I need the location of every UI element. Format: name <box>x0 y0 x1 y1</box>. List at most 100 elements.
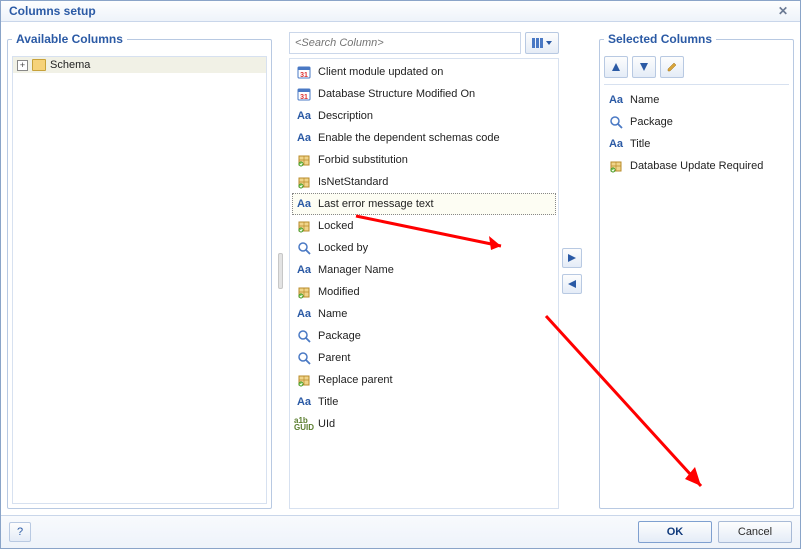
list-item-label: Last error message text <box>318 198 434 210</box>
selected-columns-list[interactable]: Aa Name Package Aa Title Database Update Requ… <box>604 84 789 177</box>
selected-columns-title: Selected Columns <box>604 32 716 46</box>
magnifier-icon <box>296 240 312 256</box>
splitter-right[interactable] <box>565 32 593 509</box>
cancel-button[interactable]: Cancel <box>718 521 792 543</box>
list-item[interactable]: Aa Name <box>604 89 789 111</box>
list-item-label: Locked by <box>318 242 368 254</box>
list-item-label: IsNetStandard <box>318 176 388 188</box>
move-up-button[interactable] <box>604 56 628 78</box>
help-button[interactable]: ? <box>9 522 31 542</box>
available-columns-panel: Available Columns + Schema <box>7 32 272 509</box>
selected-columns-panel: Selected Columns Aa Name Package Aa Title Dat… <box>599 32 794 509</box>
available-columns-list[interactable]: 31 Client module updated on 31 Database Str… <box>289 58 559 509</box>
list-item[interactable]: Forbid substitution <box>292 149 556 171</box>
list-item-label: Package <box>630 116 673 128</box>
text-icon: Aa <box>296 394 312 410</box>
package-icon <box>296 174 312 190</box>
columns-setup-dialog: Columns setup ✕ Available Columns + Sche… <box>0 0 801 549</box>
text-icon: Aa <box>296 306 312 322</box>
text-icon: Aa <box>608 136 624 152</box>
list-item[interactable]: Replace parent <box>292 369 556 391</box>
list-item[interactable]: Aa Description <box>292 105 556 127</box>
tree-root-label: Schema <box>50 59 90 71</box>
pencil-icon <box>667 62 677 72</box>
text-icon: Aa <box>296 108 312 124</box>
calendar-icon: 31 <box>296 86 312 102</box>
list-item[interactable]: Parent <box>292 347 556 369</box>
list-item[interactable]: Database Update Required <box>604 155 789 177</box>
list-item-label: UId <box>318 418 335 430</box>
titlebar: Columns setup ✕ <box>1 1 800 22</box>
list-item-label: Manager Name <box>318 264 394 276</box>
columns-picker-panel: 31 Client module updated on 31 Database Str… <box>289 32 559 509</box>
columns-icon <box>532 38 544 48</box>
list-item[interactable]: IsNetStandard <box>292 171 556 193</box>
package-icon <box>296 218 312 234</box>
dialog-body: Available Columns + Schema 31 Client modu… <box>1 22 800 515</box>
magnifier-icon <box>608 114 624 130</box>
list-item[interactable]: Modified <box>292 281 556 303</box>
expand-icon[interactable]: + <box>17 60 28 71</box>
tree-root-row[interactable]: + Schema <box>13 57 266 73</box>
list-item-label: Title <box>318 396 338 408</box>
list-item[interactable]: Aa Name <box>292 303 556 325</box>
search-input[interactable] <box>289 32 521 54</box>
list-item-label: Enable the dependent schemas code <box>318 132 500 144</box>
ok-button[interactable]: OK <box>638 521 712 543</box>
package-icon <box>296 284 312 300</box>
edit-button[interactable] <box>660 56 684 78</box>
list-item-label: Name <box>318 308 347 320</box>
schema-tree[interactable]: + Schema <box>12 56 267 504</box>
list-item[interactable]: a1bGUID UId <box>292 413 556 435</box>
list-item[interactable]: Package <box>292 325 556 347</box>
selected-toolbar <box>604 56 789 84</box>
list-item[interactable]: Locked by <box>292 237 556 259</box>
list-item-label: Forbid substitution <box>318 154 408 166</box>
list-item[interactable]: Aa Manager Name <box>292 259 556 281</box>
list-item[interactable]: Aa Title <box>292 391 556 413</box>
text-icon: Aa <box>608 92 624 108</box>
list-item[interactable]: Package <box>604 111 789 133</box>
package-icon <box>296 152 312 168</box>
package-icon <box>608 158 624 174</box>
list-item[interactable]: Aa Last error message text <box>292 193 556 215</box>
list-item[interactable]: Aa Enable the dependent schemas code <box>292 127 556 149</box>
list-item-label: Locked <box>318 220 353 232</box>
arrow-up-icon <box>612 63 620 71</box>
list-item[interactable]: 31 Database Structure Modified On <box>292 83 556 105</box>
list-item-label: Package <box>318 330 361 342</box>
list-item-label: Description <box>318 110 373 122</box>
list-item-label: Client module updated on <box>318 66 443 78</box>
list-item[interactable]: Locked <box>292 215 556 237</box>
available-columns-title: Available Columns <box>12 32 127 46</box>
text-icon: Aa <box>296 262 312 278</box>
package-icon <box>296 372 312 388</box>
list-item-label: Modified <box>318 286 360 298</box>
list-item-label: Name <box>630 94 659 106</box>
view-options-button[interactable] <box>525 32 559 54</box>
move-down-button[interactable] <box>632 56 656 78</box>
picker-toolbar <box>289 32 559 54</box>
splitter-left[interactable] <box>278 32 283 509</box>
chevron-down-icon <box>546 41 552 45</box>
window-title: Columns setup <box>9 4 96 18</box>
list-item[interactable]: 31 Client module updated on <box>292 61 556 83</box>
magnifier-icon <box>296 328 312 344</box>
svg-text:31: 31 <box>300 72 308 79</box>
arrow-down-icon <box>640 63 648 71</box>
list-item-label: Title <box>630 138 650 150</box>
help-icon: ? <box>17 526 23 538</box>
list-item-label: Database Structure Modified On <box>318 88 475 100</box>
folder-icon <box>32 59 46 71</box>
text-icon: Aa <box>296 196 312 212</box>
calendar-icon: 31 <box>296 64 312 80</box>
dialog-footer: ? OK Cancel <box>1 515 800 548</box>
guid-icon: a1bGUID <box>296 416 312 432</box>
list-item-label: Database Update Required <box>630 160 763 172</box>
text-icon: Aa <box>296 130 312 146</box>
list-item-label: Parent <box>318 352 350 364</box>
list-item[interactable]: Aa Title <box>604 133 789 155</box>
list-item-label: Replace parent <box>318 374 393 386</box>
svg-text:31: 31 <box>300 94 308 101</box>
close-icon[interactable]: ✕ <box>774 4 792 18</box>
